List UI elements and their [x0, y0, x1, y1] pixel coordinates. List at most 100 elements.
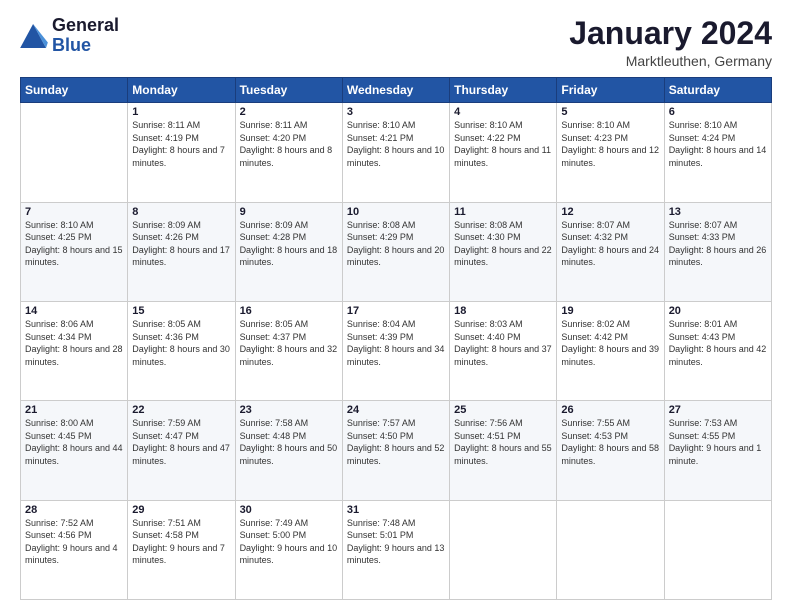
calendar-cell: 10 Sunrise: 8:08 AMSunset: 4:29 PMDaylig… [342, 202, 449, 301]
day-info: Sunrise: 8:07 AMSunset: 4:33 PMDaylight:… [669, 220, 767, 268]
day-number: 17 [347, 305, 445, 317]
title-block: January 2024 Marktleuthen, Germany [569, 16, 772, 69]
logo-line2: Blue [52, 36, 119, 56]
logo-text: General Blue [52, 16, 119, 56]
calendar-header-row: Sunday Monday Tuesday Wednesday Thursday… [21, 78, 772, 103]
day-number: 5 [561, 106, 659, 118]
day-number: 28 [25, 504, 123, 516]
col-wednesday: Wednesday [342, 78, 449, 103]
day-number: 1 [132, 106, 230, 118]
calendar-cell [664, 500, 771, 599]
calendar-cell: 24 Sunrise: 7:57 AMSunset: 4:50 PMDaylig… [342, 401, 449, 500]
day-number: 6 [669, 106, 767, 118]
subtitle: Marktleuthen, Germany [569, 53, 772, 69]
day-info: Sunrise: 7:52 AMSunset: 4:56 PMDaylight:… [25, 518, 118, 566]
calendar-cell: 8 Sunrise: 8:09 AMSunset: 4:26 PMDayligh… [128, 202, 235, 301]
calendar-cell: 27 Sunrise: 7:53 AMSunset: 4:55 PMDaylig… [664, 401, 771, 500]
calendar-cell: 21 Sunrise: 8:00 AMSunset: 4:45 PMDaylig… [21, 401, 128, 500]
col-thursday: Thursday [450, 78, 557, 103]
day-info: Sunrise: 8:10 AMSunset: 4:25 PMDaylight:… [25, 220, 123, 268]
day-info: Sunrise: 8:08 AMSunset: 4:29 PMDaylight:… [347, 220, 445, 268]
day-info: Sunrise: 7:55 AMSunset: 4:53 PMDaylight:… [561, 418, 659, 466]
day-info: Sunrise: 8:09 AMSunset: 4:26 PMDaylight:… [132, 220, 230, 268]
col-monday: Monday [128, 78, 235, 103]
day-number: 26 [561, 404, 659, 416]
calendar-cell: 15 Sunrise: 8:05 AMSunset: 4:36 PMDaylig… [128, 301, 235, 400]
day-info: Sunrise: 8:10 AMSunset: 4:21 PMDaylight:… [347, 120, 445, 168]
calendar-cell: 6 Sunrise: 8:10 AMSunset: 4:24 PMDayligh… [664, 103, 771, 202]
calendar-week-1: 7 Sunrise: 8:10 AMSunset: 4:25 PMDayligh… [21, 202, 772, 301]
day-number: 31 [347, 504, 445, 516]
calendar-table: Sunday Monday Tuesday Wednesday Thursday… [20, 77, 772, 600]
day-info: Sunrise: 8:08 AMSunset: 4:30 PMDaylight:… [454, 220, 552, 268]
day-number: 22 [132, 404, 230, 416]
col-tuesday: Tuesday [235, 78, 342, 103]
day-info: Sunrise: 8:09 AMSunset: 4:28 PMDaylight:… [240, 220, 338, 268]
day-number: 8 [132, 206, 230, 218]
day-number: 19 [561, 305, 659, 317]
day-info: Sunrise: 8:11 AMSunset: 4:19 PMDaylight:… [132, 120, 225, 168]
day-info: Sunrise: 8:04 AMSunset: 4:39 PMDaylight:… [347, 319, 445, 367]
col-sunday: Sunday [21, 78, 128, 103]
day-info: Sunrise: 8:05 AMSunset: 4:37 PMDaylight:… [240, 319, 338, 367]
day-info: Sunrise: 8:07 AMSunset: 4:32 PMDaylight:… [561, 220, 659, 268]
day-number: 3 [347, 106, 445, 118]
col-friday: Friday [557, 78, 664, 103]
day-info: Sunrise: 7:58 AMSunset: 4:48 PMDaylight:… [240, 418, 338, 466]
calendar-cell: 30 Sunrise: 7:49 AMSunset: 5:00 PMDaylig… [235, 500, 342, 599]
logo-icon [20, 24, 48, 48]
day-number: 10 [347, 206, 445, 218]
day-info: Sunrise: 8:10 AMSunset: 4:24 PMDaylight:… [669, 120, 767, 168]
day-number: 23 [240, 404, 338, 416]
day-info: Sunrise: 7:48 AMSunset: 5:01 PMDaylight:… [347, 518, 445, 566]
day-number: 13 [669, 206, 767, 218]
calendar-week-3: 21 Sunrise: 8:00 AMSunset: 4:45 PMDaylig… [21, 401, 772, 500]
day-number: 15 [132, 305, 230, 317]
calendar-cell: 16 Sunrise: 8:05 AMSunset: 4:37 PMDaylig… [235, 301, 342, 400]
day-info: Sunrise: 7:51 AMSunset: 4:58 PMDaylight:… [132, 518, 225, 566]
day-info: Sunrise: 7:53 AMSunset: 4:55 PMDaylight:… [669, 418, 762, 466]
calendar-cell: 31 Sunrise: 7:48 AMSunset: 5:01 PMDaylig… [342, 500, 449, 599]
calendar-cell: 2 Sunrise: 8:11 AMSunset: 4:20 PMDayligh… [235, 103, 342, 202]
calendar-cell: 28 Sunrise: 7:52 AMSunset: 4:56 PMDaylig… [21, 500, 128, 599]
day-number: 30 [240, 504, 338, 516]
day-number: 7 [25, 206, 123, 218]
day-info: Sunrise: 8:02 AMSunset: 4:42 PMDaylight:… [561, 319, 659, 367]
calendar-cell: 7 Sunrise: 8:10 AMSunset: 4:25 PMDayligh… [21, 202, 128, 301]
day-number: 4 [454, 106, 552, 118]
day-info: Sunrise: 7:56 AMSunset: 4:51 PMDaylight:… [454, 418, 552, 466]
calendar-cell: 17 Sunrise: 8:04 AMSunset: 4:39 PMDaylig… [342, 301, 449, 400]
calendar-cell: 14 Sunrise: 8:06 AMSunset: 4:34 PMDaylig… [21, 301, 128, 400]
day-info: Sunrise: 8:10 AMSunset: 4:23 PMDaylight:… [561, 120, 659, 168]
day-info: Sunrise: 8:00 AMSunset: 4:45 PMDaylight:… [25, 418, 123, 466]
day-number: 21 [25, 404, 123, 416]
calendar-cell: 11 Sunrise: 8:08 AMSunset: 4:30 PMDaylig… [450, 202, 557, 301]
day-number: 24 [347, 404, 445, 416]
day-info: Sunrise: 8:01 AMSunset: 4:43 PMDaylight:… [669, 319, 767, 367]
day-number: 25 [454, 404, 552, 416]
logo-line1: General [52, 16, 119, 36]
calendar-week-4: 28 Sunrise: 7:52 AMSunset: 4:56 PMDaylig… [21, 500, 772, 599]
calendar-cell: 19 Sunrise: 8:02 AMSunset: 4:42 PMDaylig… [557, 301, 664, 400]
calendar-cell: 9 Sunrise: 8:09 AMSunset: 4:28 PMDayligh… [235, 202, 342, 301]
page: General Blue January 2024 Marktleuthen, … [0, 0, 792, 612]
calendar-week-0: 1 Sunrise: 8:11 AMSunset: 4:19 PMDayligh… [21, 103, 772, 202]
calendar-cell [21, 103, 128, 202]
calendar-cell: 12 Sunrise: 8:07 AMSunset: 4:32 PMDaylig… [557, 202, 664, 301]
day-info: Sunrise: 7:57 AMSunset: 4:50 PMDaylight:… [347, 418, 445, 466]
logo: General Blue [20, 16, 119, 56]
calendar-cell: 4 Sunrise: 8:10 AMSunset: 4:22 PMDayligh… [450, 103, 557, 202]
calendar-cell: 25 Sunrise: 7:56 AMSunset: 4:51 PMDaylig… [450, 401, 557, 500]
calendar-cell: 26 Sunrise: 7:55 AMSunset: 4:53 PMDaylig… [557, 401, 664, 500]
day-number: 2 [240, 106, 338, 118]
day-number: 16 [240, 305, 338, 317]
calendar-cell: 18 Sunrise: 8:03 AMSunset: 4:40 PMDaylig… [450, 301, 557, 400]
day-info: Sunrise: 8:10 AMSunset: 4:22 PMDaylight:… [454, 120, 551, 168]
calendar-cell: 22 Sunrise: 7:59 AMSunset: 4:47 PMDaylig… [128, 401, 235, 500]
day-info: Sunrise: 8:03 AMSunset: 4:40 PMDaylight:… [454, 319, 552, 367]
calendar-cell: 13 Sunrise: 8:07 AMSunset: 4:33 PMDaylig… [664, 202, 771, 301]
day-info: Sunrise: 8:11 AMSunset: 4:20 PMDaylight:… [240, 120, 333, 168]
col-saturday: Saturday [664, 78, 771, 103]
day-info: Sunrise: 8:05 AMSunset: 4:36 PMDaylight:… [132, 319, 230, 367]
day-number: 18 [454, 305, 552, 317]
